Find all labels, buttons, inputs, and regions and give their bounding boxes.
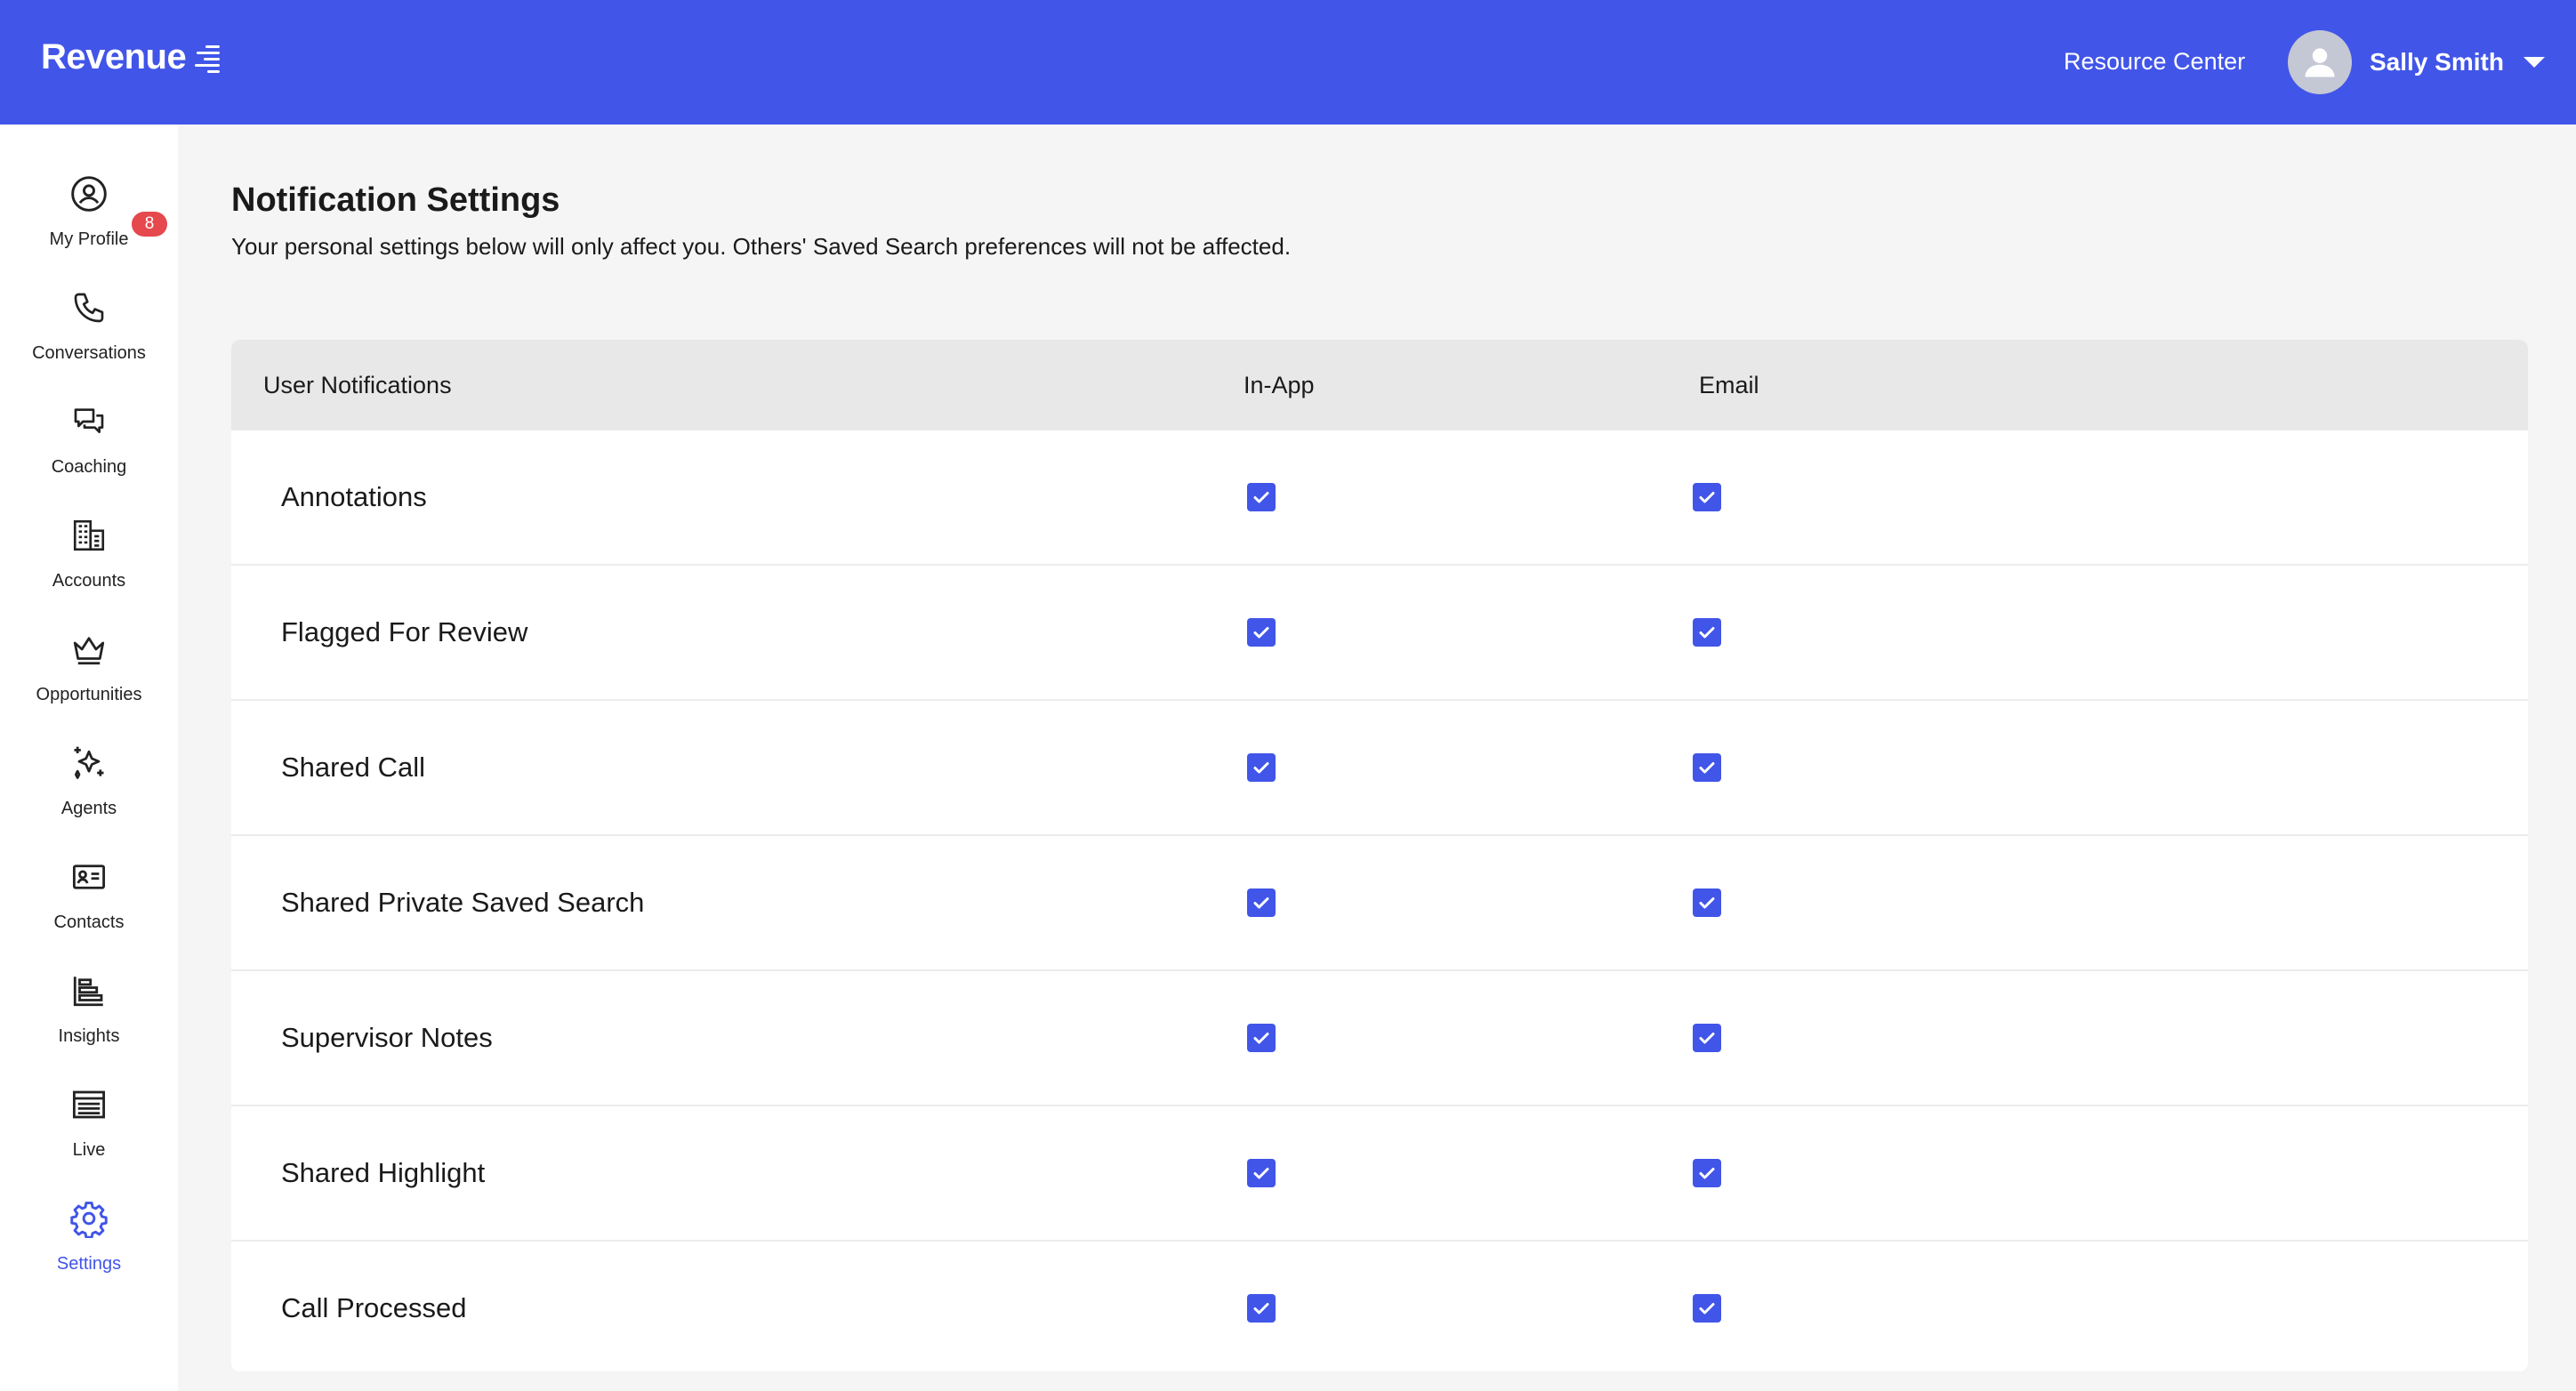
notification-label: Annotations: [281, 481, 427, 512]
sidebar-item-my-profile[interactable]: My Profile 8: [0, 165, 178, 272]
notification-label: Flagged For Review: [281, 616, 528, 647]
sidebar-item-settings[interactable]: Settings: [0, 1190, 178, 1297]
check-icon: [1699, 1303, 1715, 1315]
table-row: Shared Private Saved Search: [231, 836, 2528, 971]
brand-lines-icon: [193, 44, 221, 73]
check-icon: [1253, 1033, 1269, 1044]
resource-center-link[interactable]: Resource Center: [2064, 48, 2245, 76]
chat-bubbles-icon: [69, 402, 109, 441]
page-subtitle: Your personal settings below will only a…: [231, 233, 1292, 260]
email-checkbox[interactable]: [1693, 618, 1721, 647]
crown-icon: [69, 630, 109, 669]
email-checkbox[interactable]: [1693, 1294, 1721, 1323]
email-checkbox[interactable]: [1693, 483, 1721, 511]
sidebar-item-label: Coaching: [51, 457, 127, 477]
buildings-icon: [69, 516, 109, 555]
contact-card-icon: [69, 857, 109, 897]
sidebar: My Profile 8 Conversations Coaching Acco…: [0, 125, 178, 1391]
table-header: User Notifications In-App Email: [231, 340, 2528, 430]
sidebar-item-label: Insights: [58, 1026, 120, 1046]
sidebar-item-accounts[interactable]: Accounts: [0, 507, 178, 614]
notification-badge: 8: [132, 212, 167, 237]
table-row: Annotations: [231, 430, 2528, 566]
in-app-checkbox[interactable]: [1247, 1024, 1276, 1052]
sidebar-item-agents[interactable]: Agents: [0, 735, 178, 841]
check-icon: [1253, 492, 1269, 503]
sidebar-item-label: Accounts: [52, 571, 126, 591]
sidebar-item-label: Opportunities: [36, 685, 142, 704]
top-header: Revenue Resource Center Sally Smith: [0, 0, 2576, 125]
check-icon: [1253, 762, 1269, 774]
sidebar-item-conversations[interactable]: Conversations: [0, 279, 178, 386]
check-icon: [1699, 627, 1715, 639]
notification-settings-table: User Notifications In-App Email Annotati…: [231, 340, 2528, 1371]
table-row: Shared Highlight: [231, 1106, 2528, 1242]
sidebar-item-label: Contacts: [53, 913, 125, 932]
brand-name: Revenue: [41, 37, 187, 76]
notification-label: Call Processed: [281, 1292, 467, 1323]
sidebar-item-label: Settings: [56, 1254, 122, 1274]
table-row: Flagged For Review: [231, 566, 2528, 701]
user-circle-icon: [69, 174, 109, 213]
sidebar-item-opportunities[interactable]: Opportunities: [0, 621, 178, 728]
check-icon: [1253, 897, 1269, 909]
check-icon: [1699, 1033, 1715, 1044]
gear-icon: [69, 1199, 109, 1238]
sparkles-icon: [69, 744, 109, 783]
in-app-checkbox[interactable]: [1247, 753, 1276, 782]
user-menu[interactable]: Sally Smith: [2288, 30, 2545, 94]
check-icon: [1253, 1303, 1269, 1315]
email-checkbox[interactable]: [1693, 1024, 1721, 1052]
user-silhouette-icon: [2305, 48, 2335, 77]
table-row: Supervisor Notes: [231, 971, 2528, 1106]
in-app-checkbox[interactable]: [1247, 483, 1276, 511]
in-app-checkbox[interactable]: [1247, 1294, 1276, 1323]
bar-chart-icon: [69, 971, 109, 1010]
sidebar-item-live[interactable]: Live: [0, 1076, 178, 1183]
chevron-down-icon: [2523, 57, 2545, 68]
column-header-user-notifications: User Notifications: [263, 372, 452, 398]
email-checkbox[interactable]: [1693, 753, 1721, 782]
sidebar-item-label: Live: [72, 1140, 106, 1160]
sidebar-item-label: My Profile: [49, 229, 129, 249]
in-app-checkbox[interactable]: [1247, 1159, 1276, 1187]
sidebar-item-coaching[interactable]: Coaching: [0, 393, 178, 500]
page-title: Notification Settings: [231, 181, 560, 219]
sidebar-item-insights[interactable]: Insights: [0, 962, 178, 1069]
live-table-icon: [69, 1085, 109, 1124]
notification-label: Shared Private Saved Search: [281, 887, 645, 918]
check-icon: [1253, 627, 1269, 639]
in-app-checkbox[interactable]: [1247, 888, 1276, 917]
brand-logo[interactable]: Revenue: [41, 37, 221, 77]
column-header-email: Email: [1699, 372, 1759, 398]
check-icon: [1699, 1168, 1715, 1179]
phone-icon: [69, 288, 109, 327]
check-icon: [1699, 897, 1715, 909]
avatar: [2288, 30, 2352, 94]
notification-label: Supervisor Notes: [281, 1022, 493, 1053]
notification-label: Shared Highlight: [281, 1157, 486, 1188]
check-icon: [1699, 492, 1715, 503]
check-icon: [1699, 762, 1715, 774]
email-checkbox[interactable]: [1693, 888, 1721, 917]
sidebar-item-contacts[interactable]: Contacts: [0, 848, 178, 955]
notification-label: Shared Call: [281, 752, 425, 783]
sidebar-item-label: Agents: [60, 799, 117, 818]
table-row: Shared Call: [231, 701, 2528, 836]
table-row: Call Processed: [231, 1242, 2528, 1371]
sidebar-item-label: Conversations: [32, 343, 146, 363]
user-name: Sally Smith: [2370, 48, 2504, 76]
column-header-in-app: In-App: [1244, 372, 1315, 398]
in-app-checkbox[interactable]: [1247, 618, 1276, 647]
email-checkbox[interactable]: [1693, 1159, 1721, 1187]
check-icon: [1253, 1168, 1269, 1179]
